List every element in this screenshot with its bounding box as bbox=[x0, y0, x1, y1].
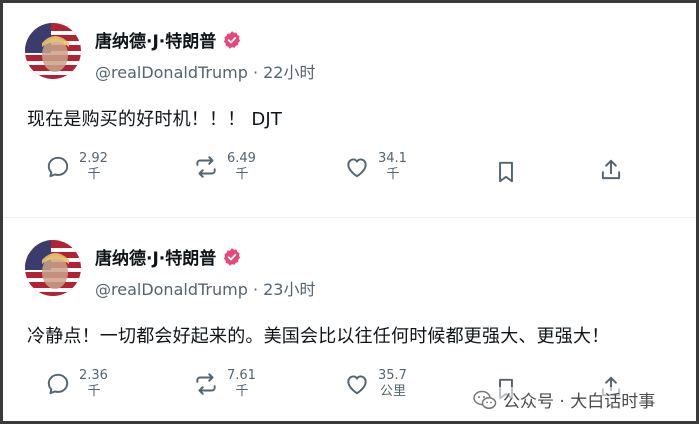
reply-count: 2.36 bbox=[79, 368, 108, 383]
comment-icon bbox=[47, 373, 69, 395]
verified-badge-icon bbox=[224, 247, 241, 266]
repost-icon bbox=[196, 373, 216, 395]
share-icon bbox=[601, 159, 621, 180]
post-card[interactable]: 唐纳德·J·特朗普 @realDonaldTrump · 22小时 现在是购买的… bbox=[3, 3, 696, 218]
avatar[interactable] bbox=[25, 240, 81, 296]
like-count-unit: 千 bbox=[386, 167, 400, 182]
reply-count-unit: 千 bbox=[87, 167, 101, 182]
action-bar: 2.92 千 6.49 千 34.1 千 bbox=[3, 151, 696, 201]
reply-button[interactable]: 2.36 千 bbox=[45, 368, 113, 400]
handle-and-time[interactable]: @realDonaldTrump · 22小时 bbox=[95, 59, 315, 83]
heart-icon bbox=[347, 158, 367, 178]
repost-button[interactable]: 7.61 千 bbox=[193, 368, 261, 400]
repost-button[interactable]: 6.49 千 bbox=[193, 151, 261, 183]
repost-count: 6.49 bbox=[227, 151, 256, 166]
feed-frame: 唐纳德·J·特朗普 @realDonaldTrump · 22小时 现在是购买的… bbox=[0, 0, 699, 424]
avatar[interactable] bbox=[25, 23, 81, 79]
watermark-text: 公众号 · 大白话时事 bbox=[503, 392, 656, 412]
post-text: 冷静点！一切都会好起来的。美国会比以往任何时候都更强大、更强大！ bbox=[27, 326, 610, 347]
reply-button[interactable]: 2.92 千 bbox=[45, 151, 113, 183]
verified-badge-icon bbox=[224, 30, 241, 49]
heart-icon bbox=[347, 375, 367, 395]
post-text: 现在是购买的好时机！！！ DJT bbox=[27, 109, 283, 130]
share-button[interactable] bbox=[598, 157, 624, 183]
like-count: 34.1 bbox=[378, 151, 407, 166]
like-count-unit: 公里 bbox=[379, 384, 406, 399]
like-button[interactable]: 34.1 千 bbox=[344, 151, 412, 183]
like-button[interactable]: 35.7 公里 bbox=[344, 368, 412, 400]
author-name[interactable]: 唐纳德·J·特朗普 bbox=[95, 27, 216, 52]
like-count: 35.7 bbox=[378, 368, 407, 383]
wechat-icon bbox=[473, 390, 497, 409]
author-name[interactable]: 唐纳德·J·特朗普 bbox=[95, 244, 216, 269]
repost-count: 7.61 bbox=[227, 368, 256, 383]
repost-icon bbox=[196, 156, 216, 178]
handle-and-time[interactable]: @realDonaldTrump · 23小时 bbox=[95, 276, 315, 300]
watermark: 公众号 · 大白话时事 bbox=[473, 387, 656, 412]
repost-count-unit: 千 bbox=[235, 167, 249, 182]
bookmark-icon bbox=[499, 161, 513, 183]
reply-count: 2.92 bbox=[79, 151, 108, 166]
repost-count-unit: 千 bbox=[235, 384, 249, 399]
comment-icon bbox=[47, 156, 69, 178]
bookmark-button[interactable] bbox=[493, 159, 519, 185]
reply-count-unit: 千 bbox=[87, 384, 101, 399]
